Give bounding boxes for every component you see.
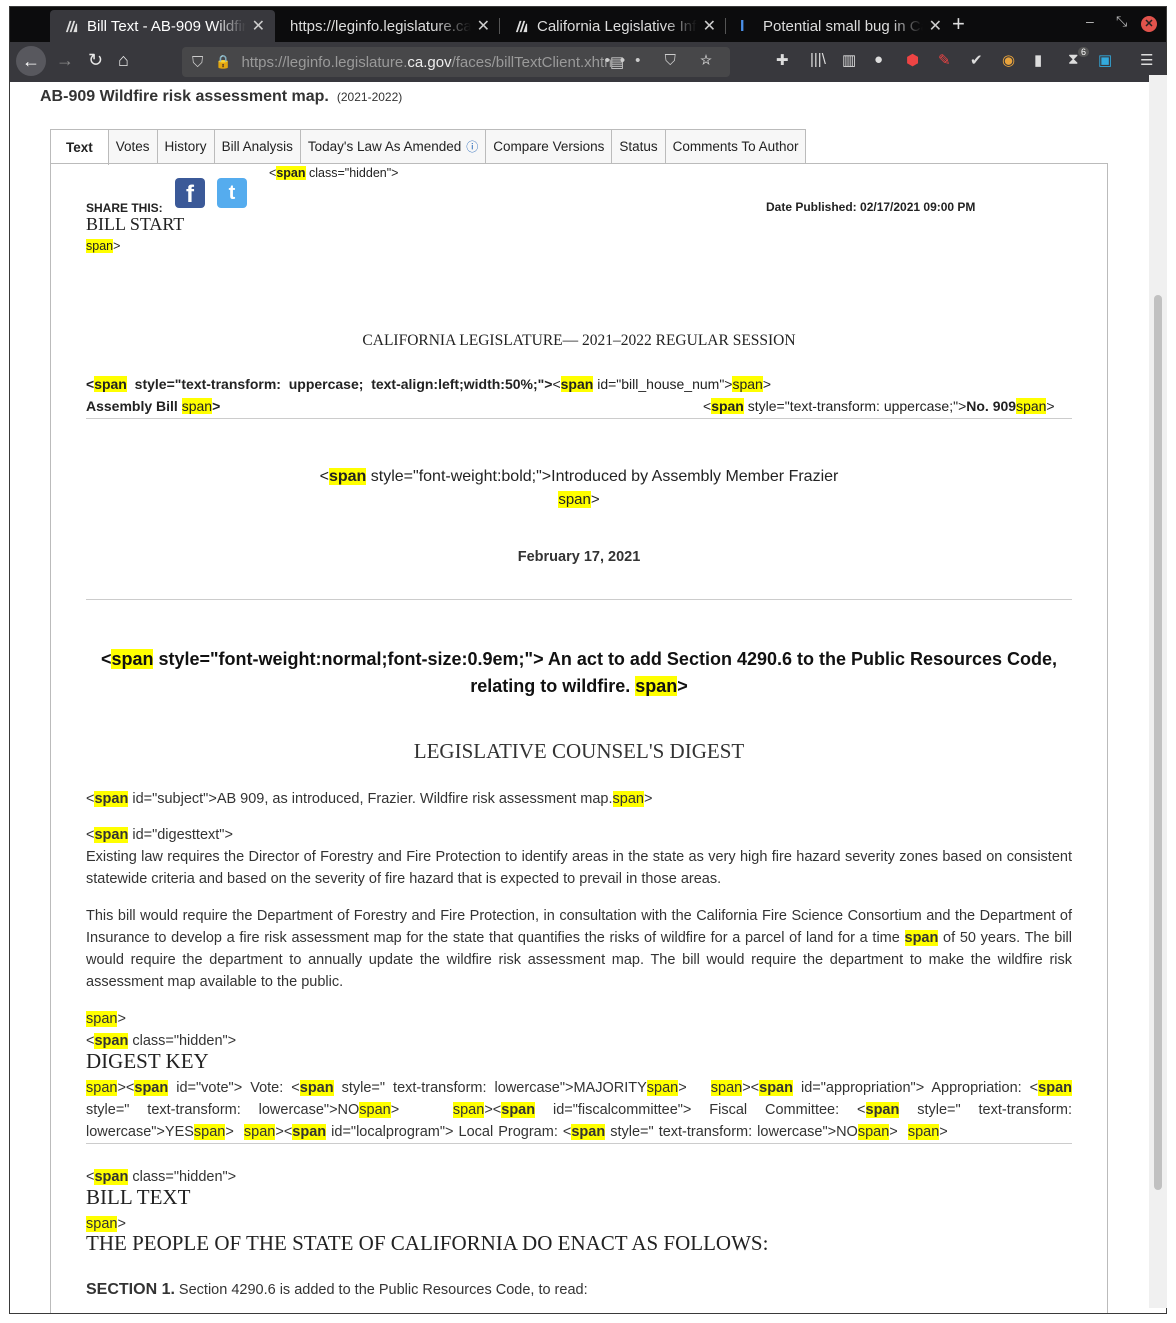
- introduced-by: Introduced by Assembly Member Frazier: [551, 468, 839, 485]
- appropriation-value: NO: [337, 1102, 360, 1118]
- tab-votes[interactable]: Votes: [107, 129, 158, 163]
- session-line: CALIFORNIA LEGISLATURE— 2021–2022 REGULA…: [362, 332, 796, 349]
- leginfo-favicon-icon: [65, 20, 78, 32]
- browser-tab-1[interactable]: Bill Text - AB-909 Wildfire risk assessm…: [50, 10, 275, 42]
- url-text[interactable]: https://leginfo.legislature.ca.gov/faces…: [241, 54, 611, 71]
- bill-heading: AB-909 Wildfire risk assessment map. (202…: [40, 88, 403, 105]
- page-actions-icon[interactable]: ••• ⛉ ☆: [605, 52, 722, 69]
- tab-compare-versions[interactable]: Compare Versions: [485, 129, 613, 163]
- extension-owl-icon[interactable]: ◉: [1002, 51, 1015, 69]
- tab-title: California Legislative Information: [537, 17, 697, 35]
- vote-value: MAJORITY: [573, 1080, 647, 1096]
- fiscal-value: YES: [164, 1124, 194, 1140]
- extensions-puzzle-icon[interactable]: ✚: [776, 51, 789, 69]
- leginfo-favicon-icon: [515, 20, 528, 32]
- date-published: Date Published: 02/17/2021 09:00 PM: [766, 200, 976, 214]
- subject-line: AB 909, as introduced, Frazier. Wildfire…: [216, 791, 613, 807]
- tab-text[interactable]: Text: [50, 129, 109, 165]
- new-tab-plus-icon[interactable]: +: [952, 11, 965, 37]
- bill-number: No. 909: [966, 398, 1017, 414]
- tab-comments-to-author[interactable]: Comments To Author: [664, 129, 807, 163]
- extension-page-icon[interactable]: ▮: [1034, 51, 1042, 69]
- local-program-value: NO: [836, 1124, 858, 1140]
- extension-timer-icon[interactable]: ⧗: [1068, 51, 1079, 68]
- sidebar-icon[interactable]: ▥: [842, 51, 856, 69]
- digest-key-values: span><span id="vote"> Vote: <span style=…: [86, 1080, 1072, 1140]
- bill-tabs: Text Votes History Bill Analysis Today's…: [50, 129, 807, 165]
- close-tab-icon[interactable]: ✕: [477, 16, 490, 36]
- restore-icon[interactable]: ⤡: [1116, 13, 1127, 30]
- digest-paragraph-1: Existing law requires the Director of Fo…: [86, 849, 1072, 887]
- tab-history[interactable]: History: [156, 129, 215, 163]
- bill-text-heading: BILL TEXT: [86, 1185, 191, 1209]
- lock-icon: 🔒: [215, 54, 232, 69]
- tab-strip: Bill Text - AB-909 Wildfire risk assessm…: [10, 7, 1166, 42]
- save-disk-icon[interactable]: ▣: [1098, 51, 1112, 69]
- back-arrow-icon[interactable]: ←: [16, 46, 46, 76]
- digest-heading: LEGISLATIVE COUNSEL'S DIGEST: [413, 739, 745, 763]
- tab-todays-law[interactable]: Today's Law As Amended ⓘ: [299, 129, 487, 163]
- page-content: AB-909 Wildfire risk assessment map. (202…: [10, 82, 1150, 1313]
- window-close-icon[interactable]: ✕: [1141, 16, 1157, 32]
- enacting-clause: THE PEOPLE OF THE STATE OF CALIFORNIA DO…: [86, 1231, 769, 1255]
- extension-check-icon[interactable]: ✔: [970, 51, 983, 69]
- tab-title: https://leginfo.legislature.ca.gov/faces…: [290, 17, 471, 35]
- section-1: SECTION 1. Section 4290.6 is added to th…: [86, 1281, 588, 1298]
- share-label: SHARE THIS:: [86, 201, 163, 215]
- tab-bill-analysis[interactable]: Bill Analysis: [213, 129, 301, 163]
- hamburger-menu-icon[interactable]: ☰: [1140, 51, 1153, 69]
- reload-icon[interactable]: ↻: [88, 50, 103, 71]
- info-icon: ⓘ: [466, 140, 479, 154]
- home-icon[interactable]: ⌂: [118, 50, 129, 71]
- twitter-icon[interactable]: t: [217, 178, 247, 208]
- act-title: <span style="font-weight:normal;font-siz…: [100, 649, 1058, 696]
- digest-key-heading: DIGEST KEY: [86, 1049, 209, 1073]
- session-years: (2021-2022): [336, 90, 403, 104]
- digest-paragraph-2: This bill would require the Department o…: [86, 908, 1072, 990]
- tab-title: Bill Text - AB-909 Wildfire risk assessm…: [87, 17, 246, 35]
- close-tab-icon[interactable]: ✕: [929, 16, 942, 36]
- close-tab-icon[interactable]: ✕: [703, 16, 716, 36]
- bill-start: BILL START: [86, 214, 185, 234]
- minimize-icon[interactable]: –: [1086, 13, 1094, 29]
- scrollbar-thumb[interactable]: [1154, 295, 1162, 1190]
- assembly-bill-label: Assembly Bill: [86, 398, 178, 414]
- browser-tab-3[interactable]: California Legislative Information ✕: [500, 10, 726, 42]
- close-tab-icon[interactable]: ✕: [252, 16, 265, 36]
- intro-date: February 17, 2021: [517, 549, 641, 565]
- facebook-icon[interactable]: f: [175, 178, 205, 208]
- bill-text-panel: <span class="hidden"> SHARE THIS: f t Da…: [50, 163, 1108, 1313]
- tab-title: Potential small bug in California: [763, 17, 923, 35]
- account-icon[interactable]: ●: [874, 51, 883, 68]
- extension-red-icon[interactable]: ✎: [938, 51, 951, 69]
- scrollbar[interactable]: [1149, 75, 1167, 1308]
- browser-tab-4[interactable]: I Potential small bug in California ✕: [726, 10, 952, 42]
- browser-window: Bill Text - AB-909 Wildfire risk assessm…: [9, 6, 1167, 1314]
- library-icon[interactable]: |||\: [810, 51, 826, 68]
- issue-favicon-icon: I: [740, 17, 745, 35]
- url-bar[interactable]: ⛉ 🔒 https://leginfo.legislature.ca.gov/f…: [182, 47, 730, 77]
- shield-icon[interactable]: ⛉: [192, 54, 203, 71]
- ublock-icon[interactable]: ⬢: [906, 51, 919, 69]
- forward-arrow-icon[interactable]: →: [56, 50, 74, 71]
- browser-tab-2[interactable]: https://leginfo.legislature.ca.gov/faces…: [276, 10, 500, 42]
- navigation-toolbar: ← → ↻ ⌂ ⛉ 🔒 https://leginfo.legislature.…: [10, 42, 1166, 82]
- tab-status[interactable]: Status: [611, 129, 666, 163]
- extension-badge: 6: [1078, 47, 1090, 57]
